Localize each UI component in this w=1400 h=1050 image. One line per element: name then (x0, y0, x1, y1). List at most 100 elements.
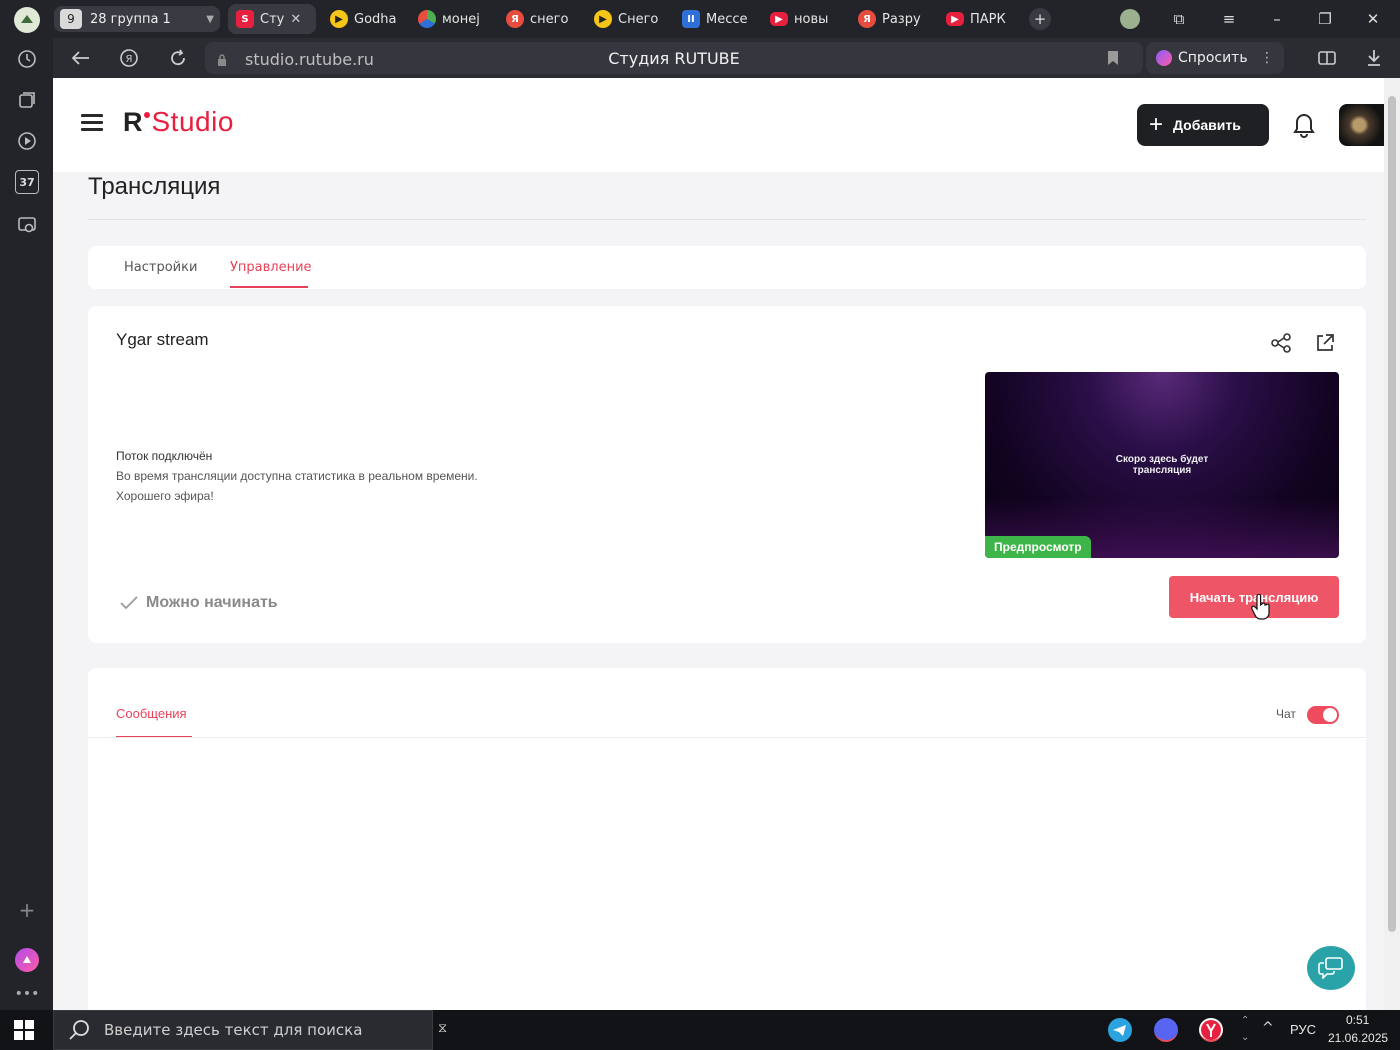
subtabs-bar: Настройки Управление (88, 246, 1366, 289)
calendar-icon[interactable]: 37 (15, 170, 39, 194)
preview-badge: Предпросмотр (985, 536, 1091, 558)
back-icon[interactable] (69, 47, 93, 69)
tab-group-label: 28 группа 1 (90, 11, 171, 27)
tab-label: Мессе (706, 11, 748, 27)
yandex-home-icon[interactable]: Я (117, 47, 141, 69)
page-scrollbar[interactable] (1384, 78, 1400, 1010)
menu-icon[interactable]: ≡ (1218, 8, 1240, 30)
page-title-center: Студия RUTUBE (608, 49, 740, 68)
notifications-bell-icon[interactable] (1291, 110, 1317, 138)
add-button[interactable]: + Добавить (1137, 104, 1269, 146)
minimize-icon[interactable]: – (1266, 8, 1288, 30)
kebab-icon[interactable]: ⋮ (1260, 50, 1274, 66)
restore-icon[interactable]: ❐ (1314, 8, 1336, 30)
tab-rutube-studio[interactable]: S Сту ✕ (228, 4, 316, 34)
download-icon[interactable] (1362, 47, 1386, 69)
task-view-icon[interactable]: ⧖ (438, 1021, 447, 1036)
logo-dot (143, 112, 150, 118)
logo-r: R (123, 107, 143, 137)
search-placeholder: Введите здесь текст для поиска (104, 1021, 363, 1039)
tab-item[interactable]: II Мессе (674, 4, 754, 34)
ai-sparkle-icon (1156, 50, 1172, 66)
yandex-favicon-icon: Я (506, 10, 524, 28)
ready-label: Можно начинать (146, 594, 278, 611)
tab-management[interactable]: Управление (230, 260, 312, 275)
add-panel-icon[interactable]: + (15, 898, 39, 922)
more-icon[interactable]: ••• (15, 982, 40, 1006)
tray-scroll-icon[interactable]: ⌃ ⌄ (1241, 1012, 1249, 1046)
share-icon[interactable] (1270, 332, 1292, 354)
chat-toggle[interactable] (1307, 706, 1339, 724)
new-tab-icon[interactable]: + (1029, 8, 1051, 30)
tab-item[interactable]: ▶ Godha (322, 4, 402, 34)
divider (88, 219, 1366, 220)
windows-taskbar: Введите здесь текст для поиска ⧖ ⌃ ⌄ ^ РУ… (0, 1010, 1400, 1050)
language-indicator[interactable]: РУС (1290, 1022, 1316, 1037)
clock-time: 0:51 (1346, 1013, 1370, 1027)
tab-item[interactable]: ▶ Снего (586, 4, 666, 34)
windows-start-icon[interactable] (14, 1020, 34, 1040)
close-icon[interactable]: ✕ (290, 12, 301, 27)
extension-icon[interactable] (1120, 9, 1140, 29)
video-icon[interactable] (15, 129, 39, 153)
discord-icon[interactable] (1154, 1018, 1178, 1042)
toggle-knob (1323, 708, 1337, 722)
tab-settings[interactable]: Настройки (124, 260, 197, 275)
svg-text:Я: Я (126, 54, 133, 65)
tab-label: Разру (882, 11, 921, 27)
tab-label: ПАРК (970, 11, 1006, 27)
support-chat-button[interactable] (1307, 946, 1355, 990)
plus-icon: + (1149, 111, 1164, 138)
tab-group-chip[interactable]: 9 28 группа 1 ▼ (54, 6, 220, 32)
taskbar-search[interactable]: Введите здесь текст для поиска (53, 1010, 433, 1050)
divider (88, 737, 1366, 738)
yandex-browser-icon[interactable] (1199, 1018, 1223, 1042)
tab-label: монеј (442, 11, 480, 27)
page-viewport: R Studio + Добавить Трансляция Настройки… (53, 78, 1384, 1010)
url-field[interactable]: studio.rutube.ru Студия RUTUBE (205, 42, 1143, 74)
scrollbar-thumb[interactable] (1388, 96, 1396, 932)
tab-label: Godha (354, 11, 397, 27)
tab-label: новы (794, 11, 829, 27)
external-link-icon[interactable] (1314, 332, 1336, 354)
telegram-icon[interactable] (1108, 1018, 1132, 1042)
ask-button[interactable]: Спросить ⋮ (1146, 42, 1284, 74)
tabs-overview-icon[interactable]: ⧉ (1168, 8, 1190, 30)
check-icon (120, 596, 138, 610)
status-line: Хорошего эфира! (116, 489, 214, 503)
collections-icon[interactable] (15, 88, 39, 112)
rutube-favicon-icon: S (236, 10, 254, 28)
screenshot-icon[interactable] (15, 213, 39, 237)
calendar-day: 37 (19, 175, 35, 189)
chat-card: Сообщения Чат (88, 668, 1366, 1010)
tab-item[interactable]: монеј (410, 4, 490, 34)
tab-item[interactable]: Я Разру (850, 4, 930, 34)
status-title: Поток подключён (116, 449, 213, 463)
tab-messages[interactable]: Сообщения (116, 706, 187, 721)
tab-item[interactable]: ▶ новы (762, 4, 842, 34)
status-line: Во время трансляции доступна статистика … (116, 469, 478, 483)
search-icon (69, 1020, 89, 1040)
alice-assistant-icon[interactable] (15, 948, 39, 972)
rutube-studio-logo[interactable]: R Studio (123, 106, 234, 138)
history-icon[interactable] (15, 47, 39, 71)
add-label: Добавить (1173, 117, 1241, 133)
reload-icon[interactable] (166, 47, 190, 69)
browser-profile-icon[interactable] (14, 7, 40, 33)
preview-caption-line: трансляция (1132, 465, 1192, 476)
stream-preview[interactable]: Скоро здесь будет трансляция Предпросмот… (985, 372, 1339, 558)
avatar[interactable] (1339, 104, 1384, 146)
tab-item[interactable]: Я снего (498, 4, 578, 34)
tab-item[interactable]: ▶ ПАРК (938, 4, 1018, 34)
address-bar: Я studio.rutube.ru Студия RUTUBE Спросит… (53, 38, 1400, 78)
clock-date: 21.06.2025 (1328, 1031, 1389, 1045)
browser-tab-strip: 9 28 группа 1 ▼ S Сту ✕ ▶ Godha монеј Я … (0, 0, 1400, 38)
chat-toggle-label: Чат (1276, 707, 1296, 721)
hamburger-menu-icon[interactable] (81, 114, 103, 132)
bookmark-icon[interactable] (1107, 50, 1119, 66)
chat-bubbles-icon (1318, 957, 1343, 979)
close-window-icon[interactable]: ✕ (1362, 8, 1384, 30)
tray-expand-icon[interactable]: ^ (1262, 1020, 1274, 1036)
site-header: R Studio + Добавить (53, 78, 1384, 172)
reader-mode-icon[interactable] (1315, 47, 1339, 69)
